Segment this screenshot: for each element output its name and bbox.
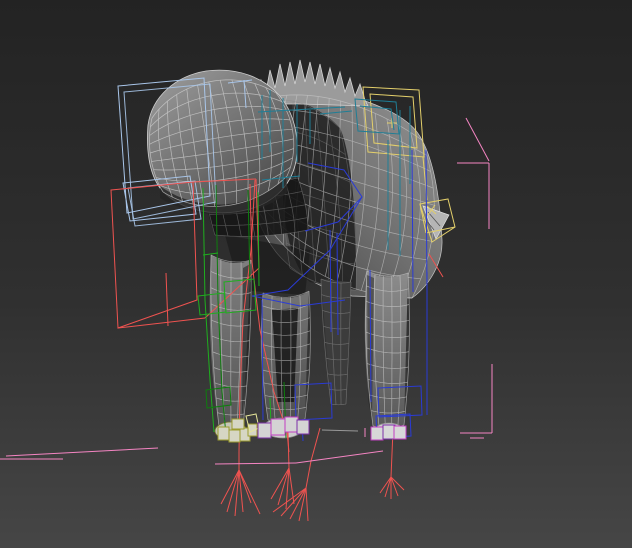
rig-toe-helpers-olive-toe5 [231,418,245,430]
rig-toe-helpers-magenta-c-toe1 [257,422,272,439]
rig-toe-helpers-magenta-r-toe2 [382,424,396,440]
rig-toe-helpers-magenta-c-toe4 [296,419,310,435]
rig-toe-helpers-olive-toe1 [217,426,230,441]
viewport-canvas[interactable] [0,0,632,548]
rig-toe-helpers-magenta-c-toe2 [270,418,286,436]
rig-toe-helpers-magenta-c-toe3 [284,416,299,433]
3d-viewport[interactable] [0,0,632,548]
rig-toe-helpers-magenta-r-toe3 [393,425,407,440]
rig-toe-helpers-magenta-r-toe1 [370,426,384,441]
rig-toe-helpers-olive-toe2 [228,429,241,443]
